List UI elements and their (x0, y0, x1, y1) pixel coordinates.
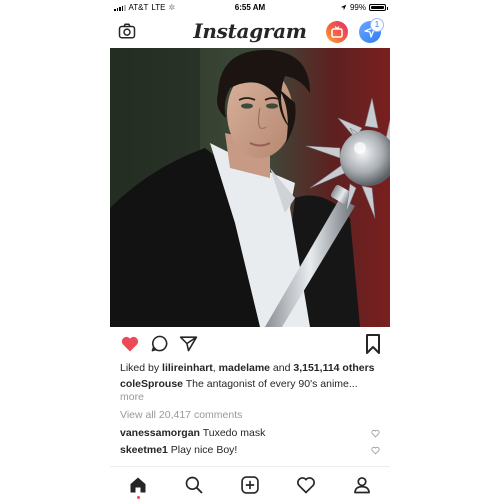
liker-link-1[interactable]: lilireinhart (162, 362, 213, 374)
igtv-icon[interactable] (326, 21, 348, 43)
comment-text: Play nice Boy! (170, 444, 238, 456)
likes-count-link[interactable]: 3,151,114 others (293, 362, 374, 374)
comment-like-heart-icon[interactable] (371, 446, 380, 455)
dm-count-badge: 1 (370, 18, 384, 32)
comment-text: Tuxedo mask (202, 427, 266, 439)
view-all-comments-link[interactable]: View all 20,417 comments (120, 409, 385, 421)
battery-icon (369, 4, 388, 11)
activity-heart-icon[interactable] (296, 475, 316, 495)
comment-user[interactable]: skeetme1 (120, 444, 168, 456)
likes-prefix: Liked by (120, 362, 163, 374)
comment-user[interactable]: vanessamorgan (120, 427, 200, 439)
like-heart-icon[interactable] (120, 334, 140, 354)
caption-author[interactable]: coleSprouse (120, 378, 183, 390)
profile-icon[interactable] (352, 475, 372, 495)
caption-more-link[interactable]: more (120, 391, 385, 403)
comment-row: skeetme1 Play nice Boy! (120, 444, 360, 456)
add-post-icon[interactable] (240, 475, 260, 495)
active-tab-dot (137, 496, 140, 499)
comment-row: vanessamorgan Tuxedo mask (120, 427, 360, 439)
home-icon[interactable] (128, 475, 148, 495)
instagram-logo: Instagram (193, 19, 307, 43)
comment-icon[interactable] (150, 334, 169, 353)
comment-like-heart-icon[interactable] (371, 429, 380, 438)
share-icon[interactable] (179, 334, 198, 353)
post-actions (110, 333, 390, 355)
status-bar: AT&T LTE ✲ 6:55 AM 99% (110, 0, 390, 14)
battery-percent: 99% (349, 3, 366, 12)
search-icon[interactable] (184, 475, 204, 495)
caption-text: The antagonist of every 90's anime... (185, 378, 358, 390)
tv-glyph-icon (331, 26, 343, 38)
likes-line: Liked by lilireinhart, madelame and 3,15… (120, 362, 385, 374)
liker-link-2[interactable]: madelame (219, 362, 270, 374)
caption-line: coleSprouse The antagonist of every 90's… (120, 378, 385, 390)
bottom-nav (110, 466, 390, 500)
post-photo[interactable] (110, 48, 390, 327)
likes-and: and (270, 362, 294, 374)
instagram-app: AT&T LTE ✲ 6:55 AM 99% Instagram 1 Liked… (110, 0, 390, 500)
bookmark-icon[interactable] (365, 334, 381, 354)
status-right: 99% (340, 3, 388, 12)
location-arrow-icon (340, 4, 347, 11)
app-header: Instagram 1 (110, 14, 390, 48)
